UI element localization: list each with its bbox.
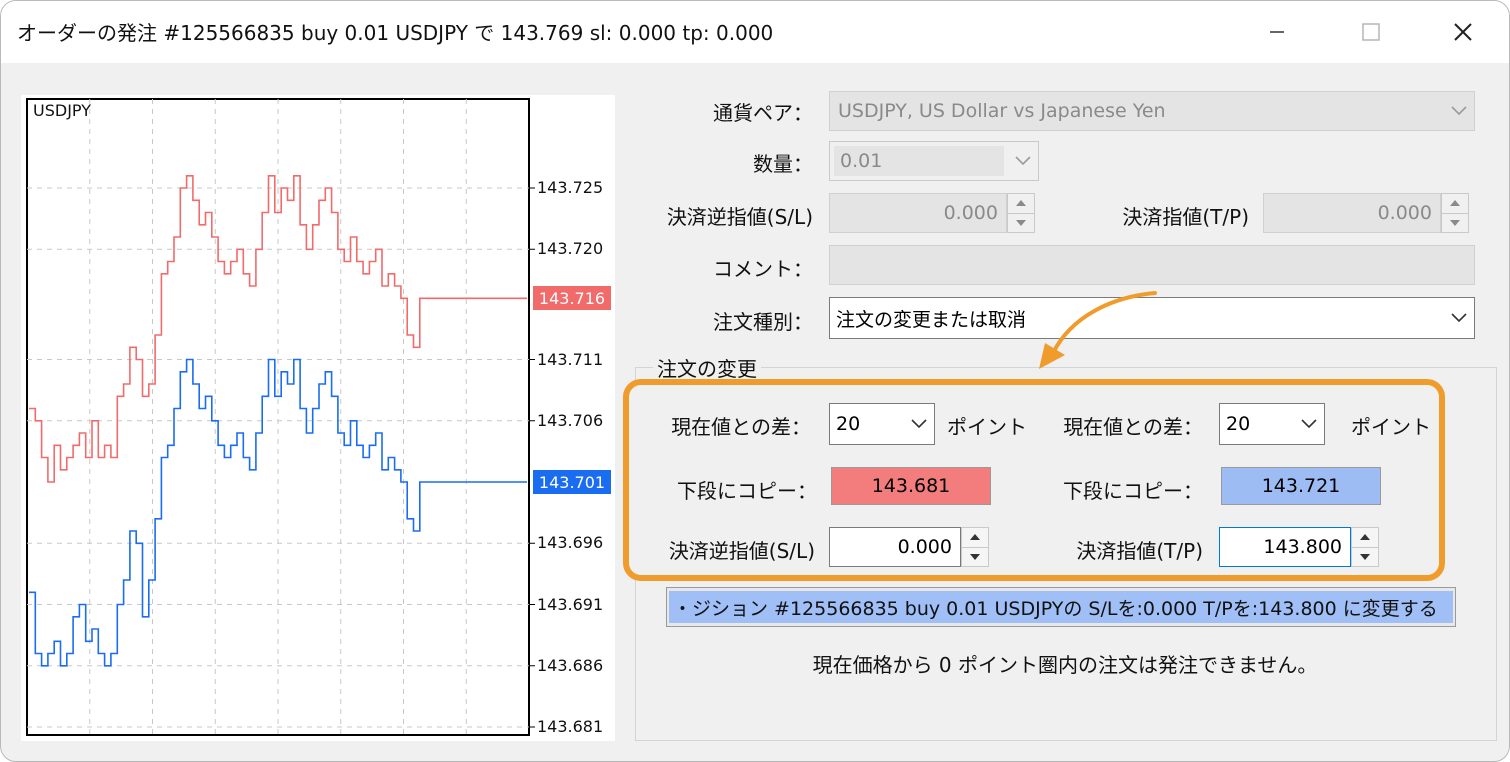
diff-value-right: 20	[1226, 413, 1251, 435]
diff-value-left: 20	[836, 413, 861, 435]
sl-spinner[interactable]	[1007, 193, 1035, 233]
new-sl-spinner[interactable]	[961, 527, 989, 567]
y-tick-label: 143.711	[537, 349, 604, 369]
copy-label-right: 下段にコピー：	[1063, 479, 1203, 503]
diff-label-right: 現在値との差：	[1063, 415, 1203, 439]
spin-down-icon[interactable]	[1008, 212, 1034, 233]
spin-up-icon[interactable]	[1352, 528, 1378, 547]
spin-down-icon[interactable]	[962, 546, 988, 567]
chart-canvas	[26, 98, 535, 736]
new-tp-input[interactable]: 143.800	[1219, 527, 1351, 567]
chevron-down-icon	[1294, 419, 1324, 429]
diff-label-left: 現在値との差：	[671, 415, 811, 439]
maximize-icon	[1362, 23, 1380, 41]
comment-input[interactable]	[829, 245, 1475, 285]
new-sl-value: 0.000	[897, 536, 952, 558]
sl-value: 0.000	[943, 202, 998, 224]
volume-label: 数量：	[753, 152, 813, 176]
tp-value: 0.000	[1377, 202, 1432, 224]
points-label-right: ポイント	[1351, 415, 1431, 439]
y-tick-label: 143.686	[537, 655, 604, 675]
tp-input-disabled[interactable]: 0.000	[1263, 193, 1441, 233]
ask-price-tag: 143.716	[533, 286, 611, 311]
title-bar: オーダーの発注 #125566835 buy 0.01 USDJPY で 143…	[1, 1, 1509, 63]
new-tp-spinner[interactable]	[1351, 527, 1379, 567]
diff-select-right[interactable]: 20	[1219, 403, 1325, 445]
spin-down-icon[interactable]	[1442, 212, 1468, 233]
chevron-down-icon	[904, 419, 934, 429]
chart-symbol-label: USDJPY	[33, 101, 91, 120]
points-label-left: ポイント	[947, 415, 1027, 439]
tp-label: 決済指値(T/P)	[1122, 205, 1249, 229]
comment-label: コメント：	[713, 257, 813, 281]
minimize-icon	[1270, 31, 1284, 33]
sl-label: 決済逆指値(S/L)	[666, 205, 813, 229]
tp-spinner[interactable]	[1441, 193, 1469, 233]
close-button[interactable]	[1441, 11, 1485, 53]
spin-down-icon[interactable]	[1352, 546, 1378, 567]
diff-select-left[interactable]: 20	[829, 403, 935, 445]
close-icon	[1454, 23, 1472, 41]
spin-up-icon[interactable]	[1008, 194, 1034, 213]
pair-select[interactable]: USDJPY, US Dollar vs Japanese Yen	[829, 91, 1475, 131]
spin-up-icon[interactable]	[962, 528, 988, 547]
modify-position-button[interactable]: ・ジション #125566835 buy 0.01 USDJPYの S/Lを:0…	[666, 587, 1456, 627]
y-tick-label: 143.706	[537, 410, 604, 430]
new-sl-input[interactable]: 0.000	[829, 527, 961, 567]
chevron-down-icon	[1008, 156, 1038, 166]
volume-combobox[interactable]: 0.01	[829, 141, 1039, 181]
spin-up-icon[interactable]	[1442, 194, 1468, 213]
bid-price-tag: 143.701	[533, 470, 611, 494]
chevron-down-icon	[1444, 313, 1474, 323]
pair-label: 通貨ペア：	[713, 101, 813, 125]
modify-position-label: ・ジション #125566835 buy 0.01 USDJPYの S/Lを:0…	[669, 591, 1453, 623]
annotation-arrow-icon	[1039, 291, 1157, 369]
order-restriction-note: 現在価格から 0 ポイント圏内の注文は発注できません。	[812, 653, 1318, 677]
pair-value: USDJPY, US Dollar vs Japanese Yen	[838, 100, 1166, 122]
copy-sl-button[interactable]: 143.681	[831, 467, 991, 505]
new-tp-label: 決済指値(T/P)	[1076, 539, 1203, 563]
volume-value: 0.01	[834, 146, 1004, 176]
price-chart: USDJPY 143.725 143.720 143.711 143.706 143.6…	[21, 95, 615, 741]
copy-tp-button[interactable]: 143.721	[1221, 467, 1381, 505]
new-sl-label: 決済逆指値(S/L)	[668, 539, 815, 563]
sl-input-disabled[interactable]: 0.000	[829, 193, 1007, 233]
y-tick-label: 143.691	[537, 594, 604, 614]
copy-label-left: 下段にコピー：	[677, 479, 817, 503]
maximize-button[interactable]	[1349, 11, 1393, 53]
chevron-down-icon	[1444, 106, 1474, 116]
y-tick-label: 143.696	[537, 533, 604, 553]
minimize-button[interactable]	[1255, 11, 1299, 53]
modify-groupbox-legend: 注文の変更	[653, 353, 761, 382]
y-tick-label: 143.681	[537, 717, 604, 736]
y-tick-label: 143.720	[537, 239, 604, 259]
window-title: オーダーの発注 #125566835 buy 0.01 USDJPY で 143…	[17, 21, 774, 45]
y-tick-label: 143.725	[537, 178, 604, 197]
new-tp-value: 143.800	[1263, 536, 1342, 558]
order-dialog: オーダーの発注 #125566835 buy 0.01 USDJPY で 143…	[0, 0, 1510, 762]
order-type-label: 注文種別：	[713, 310, 813, 334]
